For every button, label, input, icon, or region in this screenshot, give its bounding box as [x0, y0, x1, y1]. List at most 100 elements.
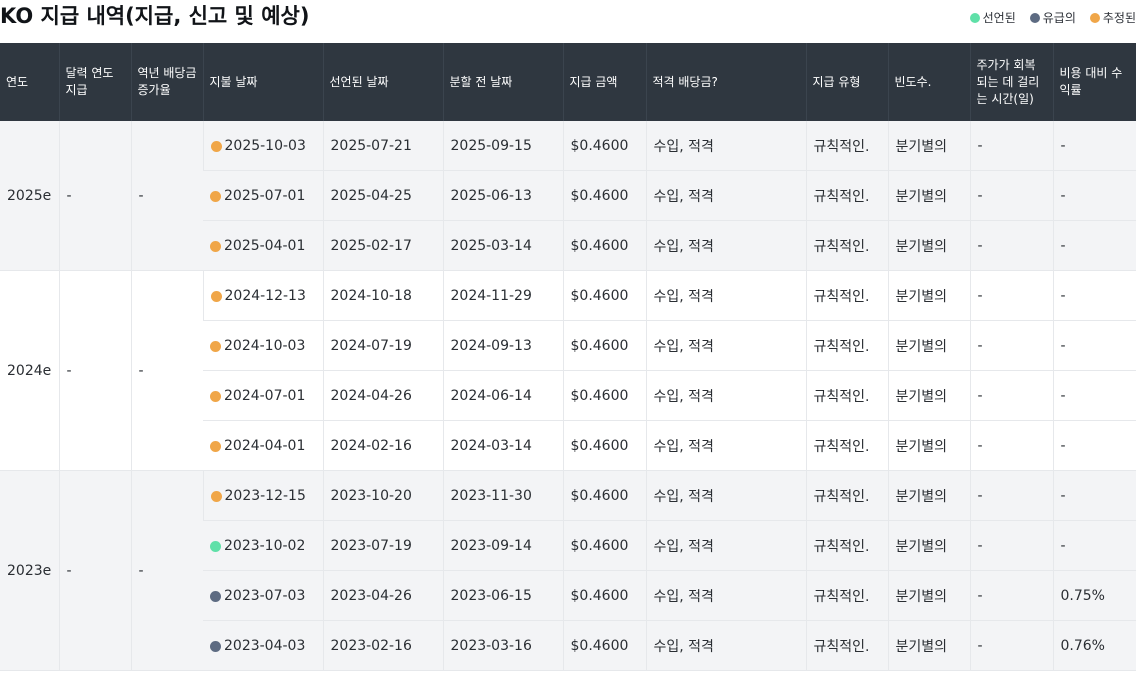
column-header-frequency[interactable]: 빈도수. [887, 43, 970, 121]
ex-date-cell: 2023-06-15 [442, 570, 563, 621]
calendar-payment-cell: - [58, 121, 131, 271]
frequency-cell: 분기별의 [887, 520, 970, 571]
qualified-cell: 수입, 적격 [645, 370, 806, 421]
pay-date-cell: 2023-04-03 [203, 620, 323, 671]
legend-item-paid: 유급의 [1029, 9, 1076, 26]
recovery-days-cell: - [969, 620, 1053, 671]
recovery-days-cell: - [969, 370, 1053, 421]
qualified-cell: 수입, 적격 [645, 470, 806, 521]
estimated-dot-icon [1089, 12, 1100, 23]
pay-date-wrap: 2024-04-01 [210, 438, 316, 454]
pay-date-wrap: 2023-04-03 [210, 638, 316, 654]
column-header-calendar-payment[interactable]: 달력 연도 지급 [58, 43, 131, 121]
dividend-table: 연도 달력 연도 지급 역년 배당금 증가율 지불 날짜 선언된 날짜 분할 전… [0, 43, 1136, 671]
declared-date-cell: 2023-07-19 [322, 520, 443, 571]
frequency-cell: 분기별의 [887, 170, 970, 221]
type-cell: 규칙적인. [805, 220, 888, 271]
pay-date-cell: 2024-04-01 [203, 420, 323, 471]
pay-date-wrap: 2023-12-15 [210, 488, 316, 504]
recovery-days-cell: - [969, 270, 1053, 321]
estimated-dot-icon [210, 341, 221, 352]
column-header-pay-date[interactable]: 지불 날짜 [202, 43, 323, 121]
column-header-ex-date[interactable]: 분할 전 날짜 [442, 43, 563, 121]
frequency-cell: 분기별의 [887, 370, 970, 421]
pay-date-cell: 2023-07-03 [203, 570, 323, 621]
paid-dot-icon [210, 591, 221, 602]
pay-date-text: 2023-10-02 [224, 537, 306, 554]
estimated-dot-icon [210, 191, 221, 202]
column-header-declared-date[interactable]: 선언된 날짜 [322, 43, 443, 121]
estimated-dot-icon [210, 491, 222, 502]
estimated-dot-icon [210, 441, 221, 452]
legend-label: 유급의 [1042, 11, 1076, 25]
estimated-dot-icon [210, 391, 221, 402]
yield-on-cost-cell: - [1052, 370, 1136, 421]
yield-on-cost-cell: - [1052, 170, 1136, 221]
ex-date-cell: 2024-11-29 [442, 270, 563, 321]
growth-cell: - [130, 470, 203, 671]
type-cell: 규칙적인. [805, 370, 888, 421]
column-header-growth[interactable]: 역년 배당금 증가율 [130, 43, 203, 121]
pay-date-cell: 2025-04-01 [203, 220, 323, 271]
paid-dot-icon [1029, 12, 1040, 23]
qualified-cell: 수입, 적격 [645, 620, 806, 671]
frequency-cell: 분기별의 [887, 320, 970, 371]
declared-date-cell: 2023-04-26 [322, 570, 443, 621]
qualified-cell: 수입, 적격 [645, 220, 806, 271]
year-cell: 2025e [0, 121, 59, 271]
pay-date-wrap: 2024-12-13 [210, 288, 316, 304]
amount-cell: $0.4600 [562, 420, 646, 471]
ex-date-cell: 2024-03-14 [442, 420, 563, 471]
legend-item-estimated: 추정된 [1089, 9, 1136, 26]
amount-cell: $0.4600 [562, 520, 646, 571]
declared-date-cell: 2024-04-26 [322, 370, 443, 421]
qualified-cell: 수입, 적격 [645, 170, 806, 221]
column-header-recovery-days[interactable]: 주가가 회복되는 데 걸리는 시간(일) [969, 43, 1053, 121]
pay-date-text: 2024-10-03 [224, 337, 306, 354]
yield-on-cost-cell: - [1052, 270, 1136, 321]
pay-date-text: 2023-07-03 [224, 587, 306, 604]
qualified-cell: 수입, 적격 [645, 570, 806, 621]
status-legend: 선언된 유급의 추정된 [969, 9, 1136, 26]
yield-on-cost-cell: - [1052, 320, 1136, 371]
column-header-year[interactable]: 연도 [0, 43, 59, 121]
pay-date-wrap: 2024-10-03 [210, 338, 316, 354]
pay-date-text: 2025-10-03 [224, 137, 306, 154]
pay-date-wrap: 2024-07-01 [210, 388, 316, 404]
type-cell: 규칙적인. [805, 121, 888, 171]
amount-cell: $0.4600 [562, 370, 646, 421]
type-cell: 규칙적인. [805, 320, 888, 371]
pay-date-wrap: 2025-10-03 [210, 137, 316, 154]
calendar-payment-cell: - [58, 270, 131, 471]
type-cell: 규칙적인. [805, 570, 888, 621]
declared-date-cell: 2023-02-16 [322, 620, 443, 671]
pay-date-cell: 2025-07-01 [203, 170, 323, 221]
ex-date-cell: 2023-09-14 [442, 520, 563, 571]
pay-date-cell: 2023-10-02 [203, 520, 323, 571]
frequency-cell: 분기별의 [887, 270, 970, 321]
declared-date-cell: 2025-04-25 [322, 170, 443, 221]
declared-date-cell: 2024-10-18 [322, 270, 443, 321]
year-cell: 2024e [0, 270, 59, 471]
ex-date-cell: 2023-11-30 [442, 470, 563, 521]
type-cell: 규칙적인. [805, 470, 888, 521]
column-header-amount[interactable]: 지급 금액 [562, 43, 646, 121]
table-row: 2023e - -2023-12-15 2023-10-20 2023-11-30 $0.… [0, 470, 1136, 671]
dividend-history-page: KO 지급 내역(지급, 신고 및 예상) 선언된 유급의 추정된 연도 달력 … [0, 0, 1136, 673]
column-header-type[interactable]: 지급 유형 [805, 43, 888, 121]
paid-dot-icon [210, 641, 221, 652]
column-header-qualified[interactable]: 적격 배당금? [645, 43, 806, 121]
pay-date-text: 2025-04-01 [224, 237, 306, 254]
amount-cell: $0.4600 [562, 170, 646, 221]
pay-date-wrap: 2025-04-01 [210, 238, 316, 254]
column-header-yield-on-cost[interactable]: 비용 대비 수익률 [1052, 43, 1136, 121]
table-header-row: 연도 달력 연도 지급 역년 배당금 증가율 지불 날짜 선언된 날짜 분할 전… [0, 43, 1136, 121]
recovery-days-cell: - [969, 170, 1053, 221]
declared-date-cell: 2024-02-16 [322, 420, 443, 471]
amount-cell: $0.4600 [562, 320, 646, 371]
growth-cell: - [130, 121, 203, 271]
yield-on-cost-cell: - [1052, 220, 1136, 271]
recovery-days-cell: - [969, 520, 1053, 571]
ex-date-cell: 2025-06-13 [442, 170, 563, 221]
pay-date-text: 2023-04-03 [224, 637, 306, 654]
